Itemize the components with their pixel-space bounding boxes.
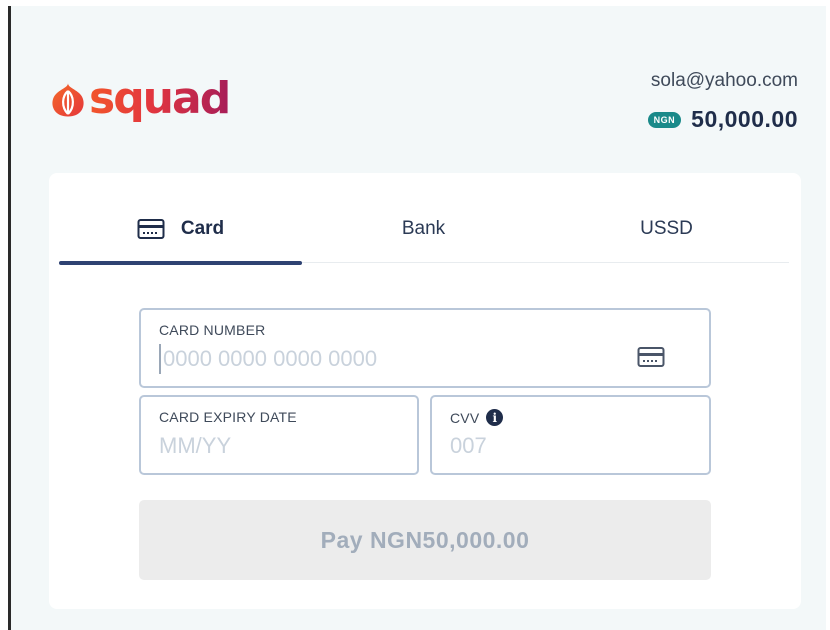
- tab-ussd[interactable]: USSD: [545, 195, 788, 263]
- total-amount: 50,000.00: [691, 106, 798, 132]
- credit-card-icon: [137, 219, 165, 239]
- expiry-date-label: CARD EXPIRY DATE: [159, 409, 297, 425]
- amount-summary: NGN 50,000.00: [647, 106, 798, 133]
- payment-method-tabs: Card Bank USSD: [59, 195, 789, 265]
- cvv-label-wrap: CVV i: [450, 409, 504, 426]
- pay-button[interactable]: Pay NGN50,000.00: [139, 500, 711, 580]
- checkout-frame: squad sola@yahoo.com NGN 50,000.00 Card …: [8, 6, 826, 630]
- tab-ussd-label: USSD: [640, 218, 693, 239]
- customer-email: sola@yahoo.com: [650, 70, 798, 91]
- info-icon[interactable]: i: [486, 409, 504, 426]
- credit-card-icon: [637, 347, 665, 367]
- tab-card-label: Card: [180, 218, 225, 239]
- brand-logo: squad: [49, 73, 231, 124]
- currency-badge: NGN: [647, 111, 682, 128]
- cvv-label: CVV: [450, 409, 480, 426]
- brand-name: squad: [89, 73, 231, 124]
- card-number-label: CARD NUMBER: [159, 322, 266, 338]
- card-number-input[interactable]: [159, 344, 599, 374]
- cvv-input[interactable]: [450, 431, 650, 461]
- onion-logo-icon: [52, 83, 84, 117]
- tab-bank-label: Bank: [401, 218, 446, 239]
- tab-card[interactable]: Card: [59, 195, 302, 265]
- tab-bank[interactable]: Bank: [302, 195, 545, 263]
- expiry-date-field: CARD EXPIRY DATE: [139, 395, 419, 475]
- payment-panel: Card Bank USSD CARD NUMBER CARD EXPIRY D: [49, 173, 801, 609]
- cvv-field: CVV i: [430, 395, 711, 475]
- expiry-date-input[interactable]: [159, 431, 359, 461]
- card-number-field: CARD NUMBER: [139, 308, 711, 388]
